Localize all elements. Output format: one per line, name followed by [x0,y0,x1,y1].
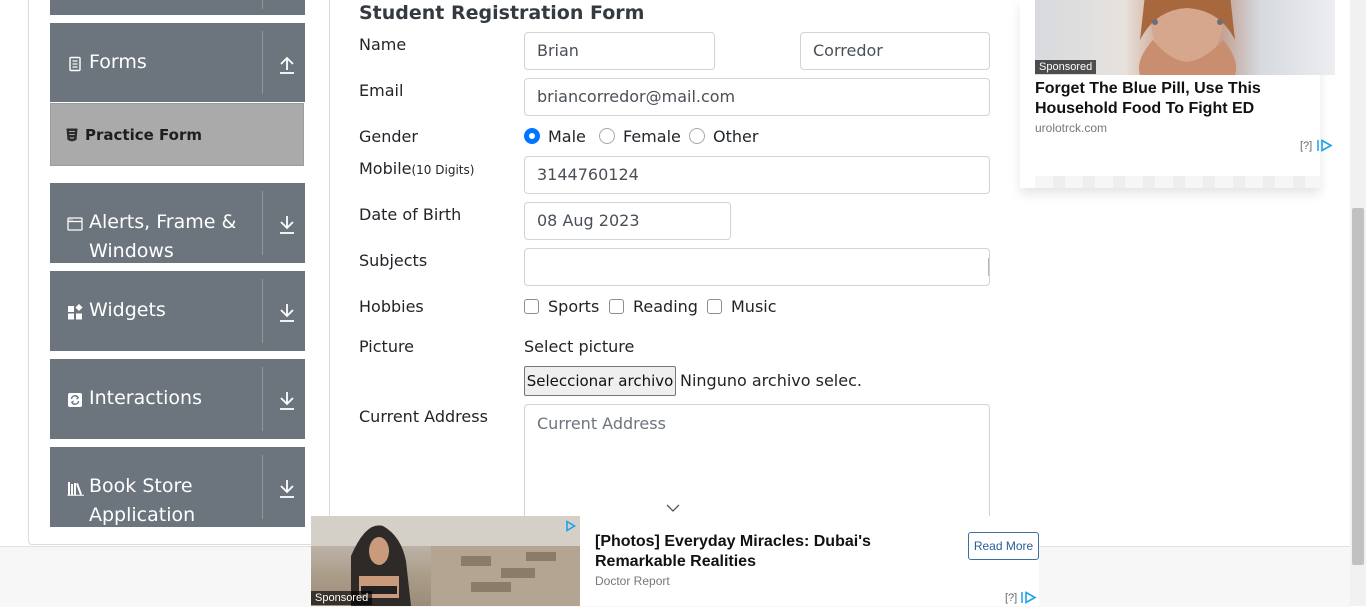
form-title: Student Registration Form [359,2,645,24]
address-label: Current Address [359,407,488,426]
interactions-icon [68,393,82,407]
arrow-down-icon[interactable] [276,477,298,499]
gender-other-radio[interactable] [689,128,705,144]
sidebar-group-alerts[interactable]: Alerts, Frame & Windows [50,183,305,263]
subjects-label: Subjects [359,251,428,270]
sidebar-group-elements[interactable] [50,0,305,15]
sponsored-badge: Sponsored [311,591,373,605]
sponsored-badge: Sponsored [1035,60,1097,74]
choose-file-button[interactable]: Seleccionar archivo [524,366,676,396]
ad-bottom-title[interactable]: [Photos] Everyday Miracles: Dubai's Rema… [595,532,915,572]
dob-input[interactable]: 08 Aug 2023 [524,202,731,240]
hobby-music-label[interactable]: Music [731,297,777,316]
gender-male-label[interactable]: Male [548,127,586,146]
select-picture-label: Select picture [524,337,635,356]
sidebar-group-book-store[interactable]: Book Store Application [50,447,305,527]
window-icon [67,217,83,231]
mobile-label: Mobile(10 Digits) [359,159,474,178]
arrow-down-icon[interactable] [276,301,298,323]
adchoices-icon[interactable] [1317,139,1333,152]
picture-label: Picture [359,337,415,356]
adchoices-icon[interactable] [564,520,576,532]
group-divider [262,191,263,255]
ad-help[interactable]: [?] [1005,592,1017,604]
hobby-reading-checkbox[interactable] [609,299,624,314]
scrollbar-thumb[interactable] [1352,208,1364,565]
sidebar-group-label: Alerts, Frame & Windows [89,211,237,262]
gender-label: Gender [359,127,418,146]
subjects-input[interactable] [524,248,990,286]
name-label: Name [359,35,407,54]
ad-bottom-source[interactable]: Doctor Report [595,574,670,588]
hobby-sports-label[interactable]: Sports [548,297,599,316]
read-more-button[interactable]: Read More [968,532,1039,560]
sidebar-group-widgets[interactable]: Widgets [50,271,305,351]
widgets-icon [68,304,83,320]
group-divider [262,279,263,343]
first-name-input[interactable]: Brian [524,32,715,70]
mobile-hint: (10 Digits) [411,163,475,177]
sidebar-group-label: Forms [89,51,147,73]
group-divider [262,455,263,519]
email-input[interactable]: briancorredor@mail.com [524,78,990,116]
hobby-reading-label[interactable]: Reading [633,297,698,316]
gender-female-radio[interactable] [599,128,615,144]
form-icon [69,56,81,72]
ad-help[interactable]: [?] [1300,140,1312,152]
sidebar-group-interactions[interactable]: Interactions [50,359,305,439]
hobbies-label: Hobbies [359,297,424,316]
group-divider [262,31,263,94]
email-label: Email [359,81,404,100]
ad-right-source[interactable]: urolotrck.com [1035,121,1107,135]
adchoices-icon[interactable] [1021,591,1037,604]
sidebar-group-label: Widgets [89,299,166,321]
ad-right-title[interactable]: Forget The Blue Pill, Use This Household… [1035,79,1320,119]
dob-label: Date of Birth [359,205,462,224]
hobby-music-checkbox[interactable] [707,299,722,314]
gender-male-radio[interactable] [524,128,540,144]
group-divider [262,0,263,9]
chevron-down-icon[interactable] [666,503,680,513]
arrow-up-icon[interactable] [276,53,298,75]
hobby-sports-checkbox[interactable] [524,299,539,314]
mobile-input[interactable]: 3144760124 [524,156,990,194]
arrow-down-icon[interactable] [276,389,298,411]
mobile-label-text: Mobile [359,159,412,178]
file-status-text: Ninguno archivo selec. [680,371,862,390]
gender-female-label[interactable]: Female [623,127,681,146]
address-placeholder: Current Address [537,414,666,433]
ad-right-footer-strip [1035,176,1320,188]
html5-icon [66,128,78,142]
group-divider [262,367,263,431]
books-icon [67,482,84,496]
arrow-down-icon[interactable] [276,213,298,235]
subjects-caret [988,258,989,276]
last-name-input[interactable]: Corredor [800,32,990,70]
sidebar-group-label: Interactions [89,387,202,409]
sidebar-group-label: Book Store Application [89,475,196,526]
sidebar-item-label: Practice Form [85,126,202,144]
gender-other-label[interactable]: Other [713,127,758,146]
sidebar-item-practice-form[interactable]: Practice Form [50,103,304,166]
sidebar-group-forms[interactable]: Forms [50,23,305,102]
